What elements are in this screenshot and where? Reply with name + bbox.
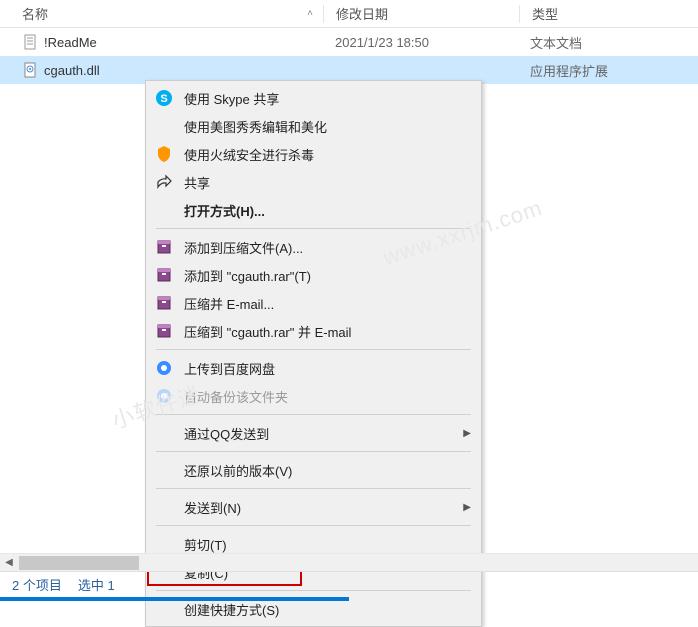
menu-item[interactable]: 通过QQ发送到 ▶ — [148, 419, 479, 447]
svg-text:S: S — [160, 93, 167, 105]
column-type-header[interactable]: 类型 — [520, 4, 698, 23]
menu-item[interactable]: 使用火绒安全进行杀毒 — [148, 140, 479, 168]
selected-count: 选中 1 — [78, 575, 115, 594]
file-name: cgauth.dll — [44, 63, 100, 78]
menu-item-label: 打开方式(H)... — [184, 201, 265, 220]
items-count: 2 个项目 — [12, 575, 62, 594]
huorong-icon — [154, 144, 174, 164]
baidu-icon — [154, 358, 174, 378]
dll-file-icon — [22, 62, 38, 78]
menu-item[interactable]: 使用美图秀秀编辑和美化 — [148, 112, 479, 140]
rar-icon — [154, 321, 174, 341]
menu-item-label: 添加到 "cgauth.rar"(T) — [184, 266, 311, 285]
menu-separator — [156, 451, 471, 452]
menu-item[interactable]: 压缩到 "cgauth.rar" 并 E-mail — [148, 317, 479, 345]
rar-icon — [154, 265, 174, 285]
column-date-header[interactable]: 修改日期 — [324, 4, 519, 23]
status-bar: 2 个项目 选中 1 — [0, 571, 698, 597]
menu-item[interactable]: 共享 — [148, 168, 479, 196]
scroll-left-icon[interactable]: ◀ — [0, 554, 18, 572]
file-date: 2021/1/23 18:50 — [323, 35, 518, 50]
submenu-arrow-icon: ▶ — [463, 428, 471, 439]
menu-item-label: 压缩到 "cgauth.rar" 并 E-mail — [184, 322, 351, 341]
menu-item-label: 发送到(N) — [184, 498, 241, 517]
rar-icon — [154, 293, 174, 313]
none-icon — [154, 116, 174, 136]
menu-item-label: 使用火绒安全进行杀毒 — [184, 145, 314, 164]
menu-item-label: 使用 Skype 共享 — [184, 89, 279, 108]
column-name-header[interactable]: 名称 ˄ — [0, 4, 323, 23]
submenu-arrow-icon: ▶ — [463, 502, 471, 513]
text-file-icon — [22, 34, 38, 50]
menu-item: 自动备份该文件夹 — [148, 382, 479, 410]
menu-item[interactable]: 还原以前的版本(V) — [148, 456, 479, 484]
menu-item-label: 上传到百度网盘 — [184, 359, 275, 378]
share-icon — [154, 172, 174, 192]
menu-separator — [156, 525, 471, 526]
menu-item-label: 共享 — [184, 173, 210, 192]
menu-item-label: 剪切(T) — [184, 535, 227, 554]
menu-item-label: 使用美图秀秀编辑和美化 — [184, 117, 327, 136]
sort-indicator-icon: ˄ — [307, 8, 313, 19]
file-name: !ReadMe — [44, 35, 97, 50]
menu-item[interactable]: 压缩并 E-mail... — [148, 289, 479, 317]
menu-item[interactable]: 添加到压缩文件(A)... — [148, 233, 479, 261]
scroll-thumb[interactable] — [19, 556, 139, 570]
column-headers: 名称 ˄ 修改日期 类型 — [0, 0, 698, 28]
menu-item-label: 还原以前的版本(V) — [184, 461, 292, 480]
none-icon — [154, 200, 174, 220]
menu-separator — [156, 414, 471, 415]
menu-item-label: 创建快捷方式(S) — [184, 600, 279, 619]
menu-separator — [156, 228, 471, 229]
file-list: 名称 ˄ 修改日期 类型 !ReadMe 2021/1/23 18:50 文本文… — [0, 0, 698, 84]
menu-item-label: 自动备份该文件夹 — [184, 387, 288, 406]
skype-icon: S — [154, 88, 174, 108]
bottom-area: ◀ 2 个项目 选中 1 — [0, 553, 698, 601]
none-icon — [154, 599, 174, 619]
menu-item[interactable]: S 使用 Skype 共享 — [148, 84, 479, 112]
rar-icon — [154, 237, 174, 257]
progress-indicator — [0, 597, 349, 601]
context-menu: S 使用 Skype 共享 使用美图秀秀编辑和美化 使用火绒安全进行杀毒 共享 … — [145, 80, 482, 627]
menu-item[interactable]: 添加到 "cgauth.rar"(T) — [148, 261, 479, 289]
menu-item-label: 压缩并 E-mail... — [184, 294, 274, 313]
menu-item[interactable]: 发送到(N) ▶ — [148, 493, 479, 521]
menu-separator — [156, 488, 471, 489]
none-icon — [154, 423, 174, 443]
menu-item[interactable]: 上传到百度网盘 — [148, 354, 479, 382]
none-icon — [154, 534, 174, 554]
none-icon — [154, 460, 174, 480]
menu-item-label: 添加到压缩文件(A)... — [184, 238, 303, 257]
horizontal-scrollbar[interactable]: ◀ — [0, 553, 698, 571]
menu-item[interactable]: 打开方式(H)... — [148, 196, 479, 224]
file-type: 应用程序扩展 — [518, 61, 698, 80]
menu-item-label: 通过QQ发送到 — [184, 424, 269, 443]
menu-separator — [156, 349, 471, 350]
file-type: 文本文档 — [518, 33, 698, 52]
none-icon — [154, 497, 174, 517]
file-row[interactable]: !ReadMe 2021/1/23 18:50 文本文档 — [0, 28, 698, 56]
baidu-gray-icon — [154, 386, 174, 406]
